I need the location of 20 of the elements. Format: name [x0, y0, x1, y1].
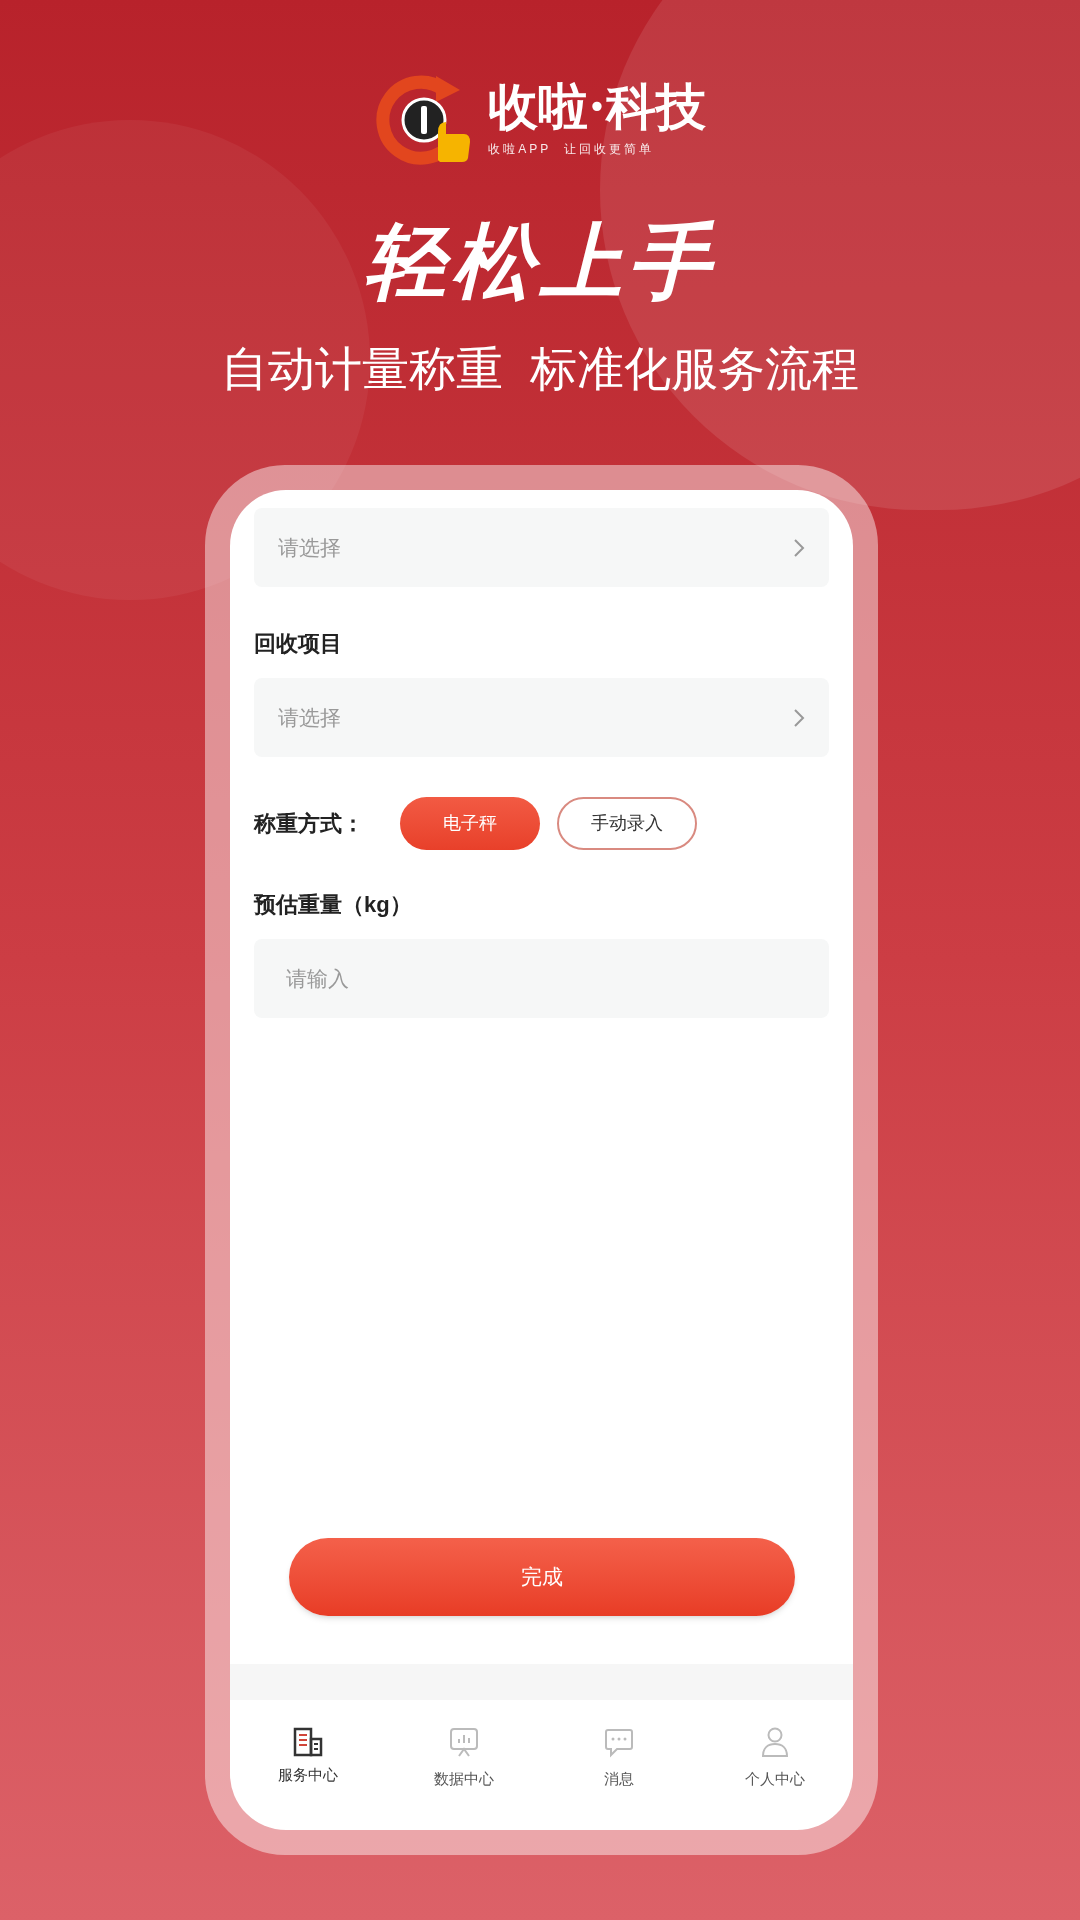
presentation-chart-icon [447, 1726, 480, 1758]
chat-bubble-icon [603, 1726, 636, 1758]
option-chip[interactable]: 电子秤 [400, 797, 540, 850]
option-chip[interactable]: 手动录入 [557, 797, 697, 850]
brand-tagline: 收啦APP 让回收更简单 [488, 140, 654, 158]
brand-name: 收啦·科技 [488, 81, 706, 132]
headline: 轻松上手 [364, 221, 716, 303]
building-icon [291, 1726, 324, 1758]
field-label: 预估重量（kg） [254, 891, 413, 919]
done-button[interactable]: 完成 [288, 1538, 795, 1616]
input-field[interactable]: 请输入 [254, 939, 829, 1018]
nav-tab[interactable]: 数据中心 [385, 1726, 542, 1791]
nav-tab[interactable]: 消息 [541, 1726, 698, 1791]
nav-tab[interactable]: 个人中心 [697, 1726, 853, 1791]
field-label: 称重方式： [254, 810, 365, 838]
field-label: 回收项目 [254, 630, 343, 658]
subtitle: 自动计量称重 标准化服务流程 [221, 345, 859, 392]
nav-tab[interactable]: 服务中心 [230, 1726, 386, 1787]
chevron-right-icon [793, 537, 805, 558]
chevron-right-icon [793, 707, 805, 728]
